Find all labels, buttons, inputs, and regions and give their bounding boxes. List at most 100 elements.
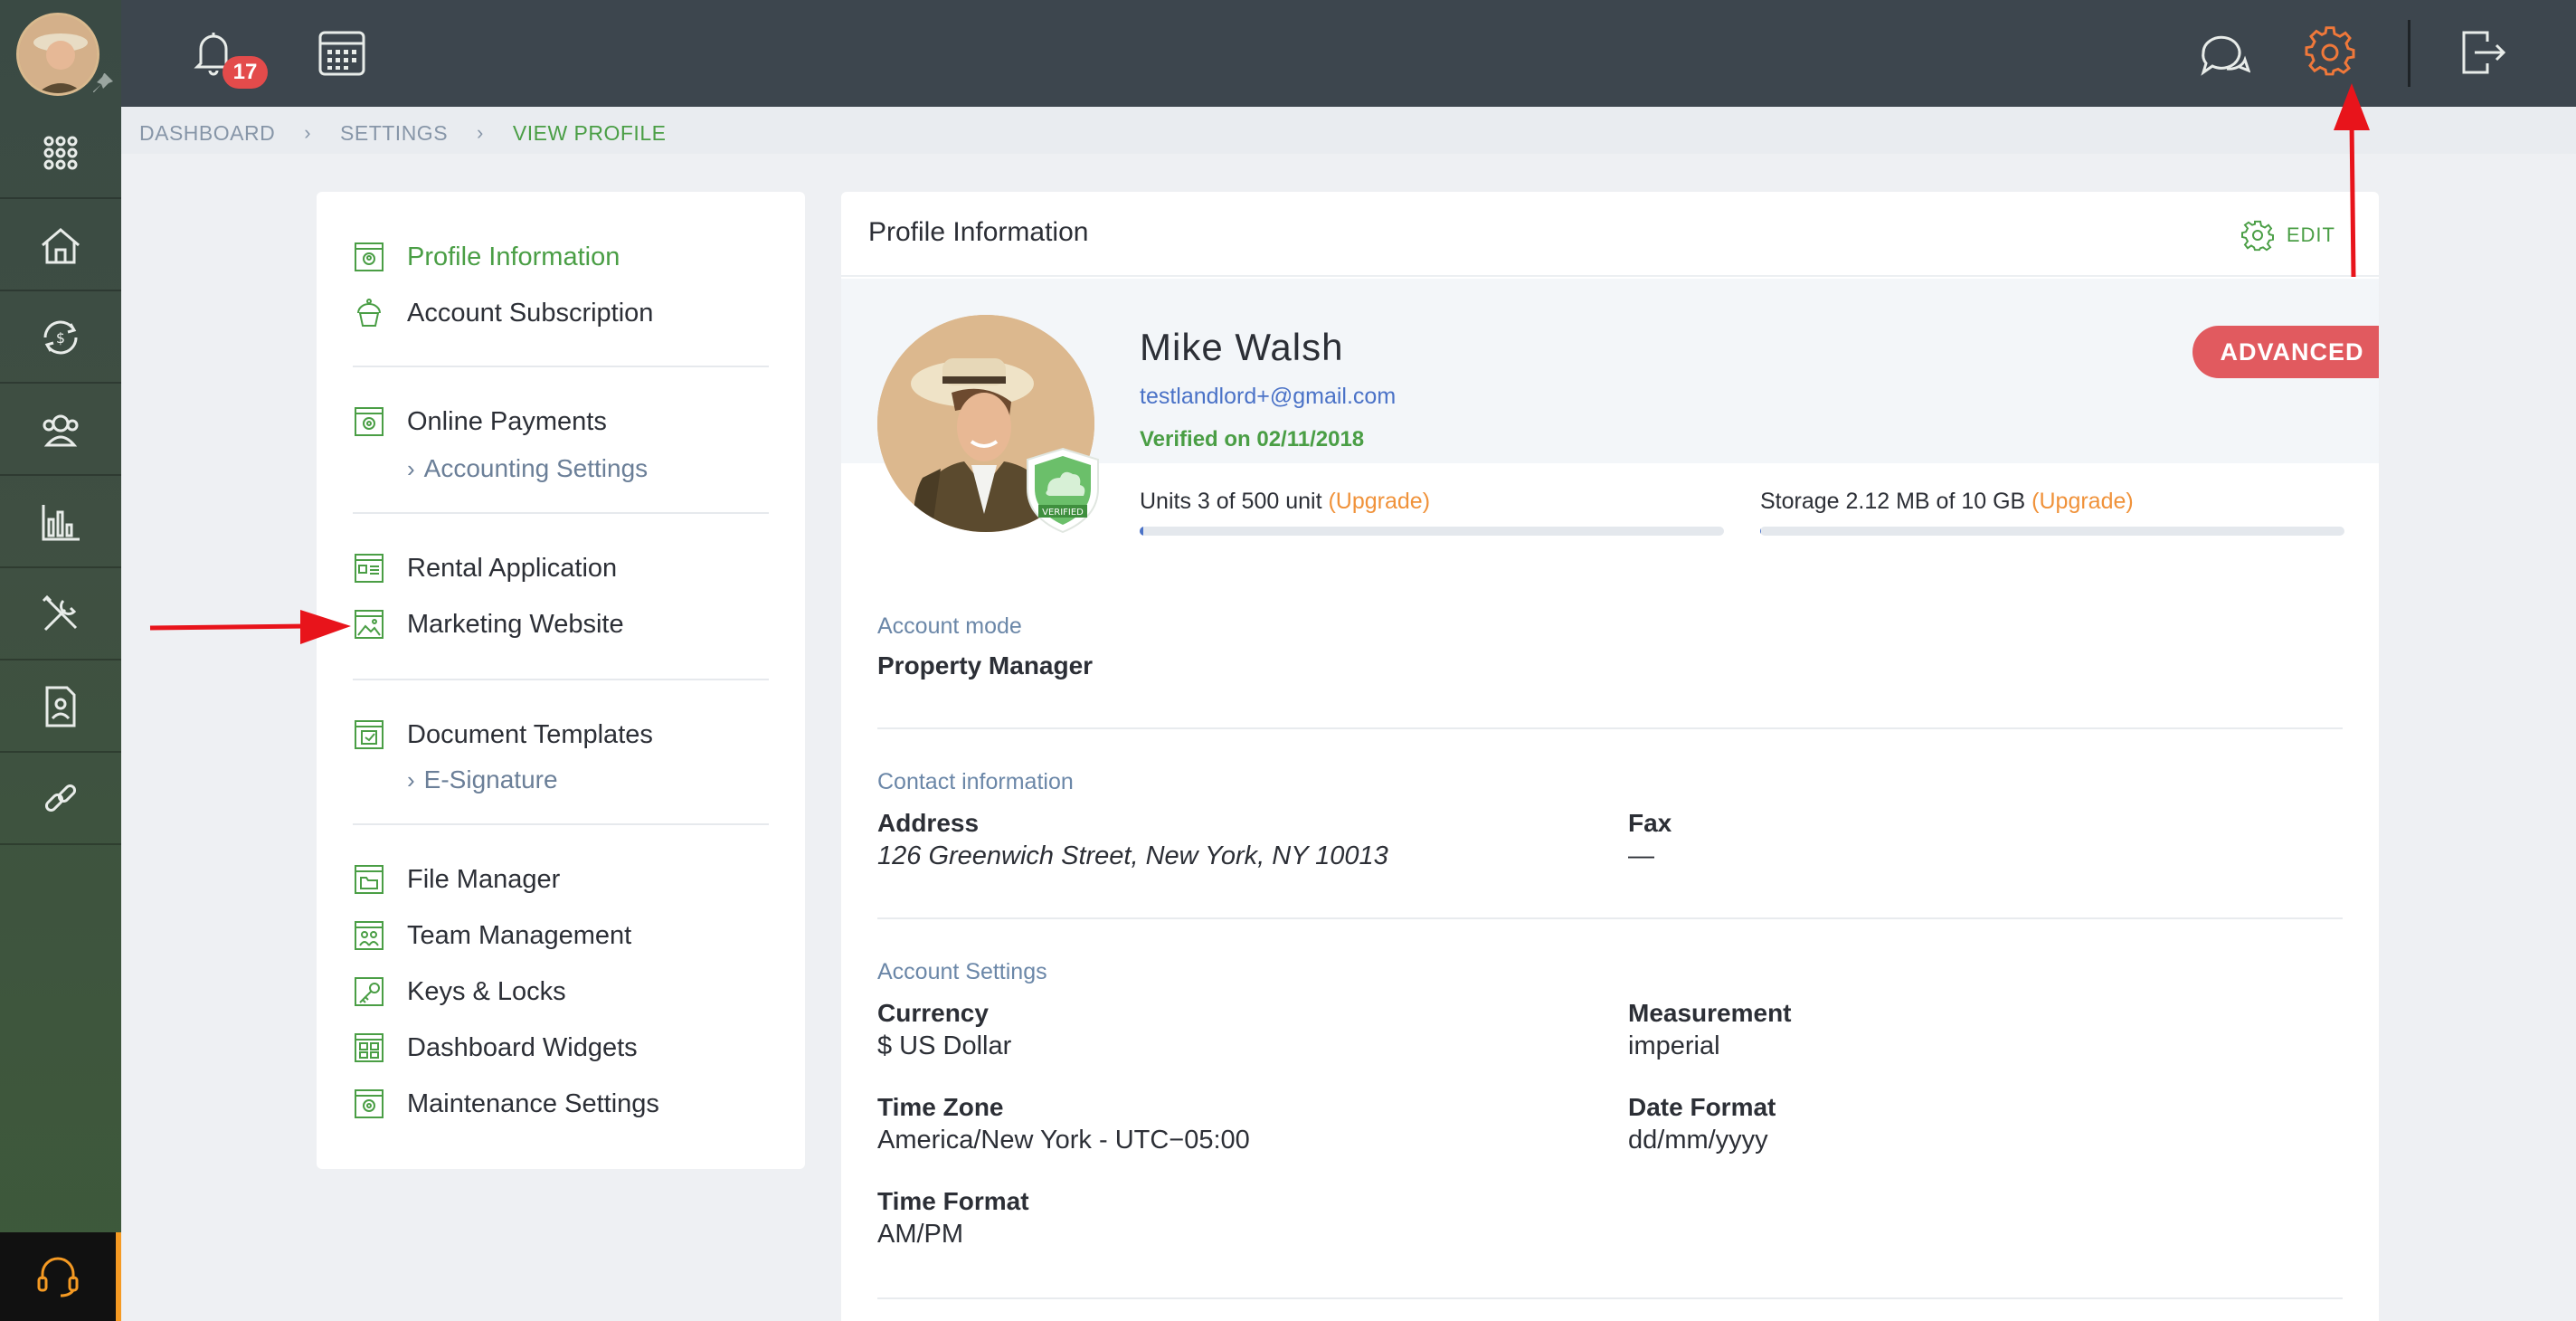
- storage-text: Storage 2.12 MB of 10 GB: [1760, 489, 2032, 514]
- topbar-divider: [2408, 20, 2410, 87]
- menu-profile-information[interactable]: Profile Information: [353, 239, 620, 275]
- breadcrumb-dashboard[interactable]: DASHBOARD: [139, 121, 275, 146]
- plan-badge: ADVANCED: [2192, 326, 2379, 378]
- menu-divider: [353, 366, 769, 367]
- menu-sub-label: Accounting Settings: [423, 454, 649, 482]
- calendar-icon[interactable]: [315, 25, 369, 80]
- svg-text:$: $: [56, 329, 65, 347]
- address-label: Address: [877, 809, 980, 837]
- chevron-right-icon: ›: [407, 454, 415, 482]
- menu-dashboard-widgets[interactable]: Dashboard Widgets: [353, 1030, 638, 1066]
- top-bar: 17: [121, 0, 2576, 107]
- menu-divider: [353, 823, 769, 825]
- verified-date: Verified on 02/11/2018: [1140, 427, 1365, 451]
- link-icon[interactable]: [0, 755, 121, 845]
- storage-upgrade-link[interactable]: (Upgrade): [2031, 489, 2134, 514]
- maintenance-tools-icon[interactable]: [0, 570, 121, 660]
- settings-gear-icon[interactable]: [2303, 25, 2357, 80]
- widgets-icon: [355, 1033, 384, 1062]
- cupcake-icon: [357, 299, 381, 327]
- menu-label: Document Templates: [407, 719, 653, 749]
- menu-file-manager[interactable]: File Manager: [353, 861, 560, 898]
- profile-name: Mike Walsh: [1140, 326, 1344, 368]
- team-icon: [355, 921, 384, 950]
- chevron-right-icon: ›: [477, 121, 484, 144]
- menu-divider: [353, 679, 769, 680]
- logout-icon[interactable]: [2455, 25, 2509, 80]
- units-upgrade-link[interactable]: (Upgrade): [1328, 489, 1430, 514]
- user-avatar[interactable]: [16, 13, 99, 96]
- storage-usage: Storage 2.12 MB of 10 GB (Upgrade): [1760, 489, 2134, 515]
- menu-label: Team Management: [407, 920, 632, 950]
- units-progress-fill: [1140, 527, 1143, 536]
- units-progress-bar: [1140, 527, 1724, 536]
- units-usage: Units 3 of 500 unit (Upgrade): [1140, 489, 1430, 515]
- measurement-label: Measurement: [1628, 999, 1792, 1027]
- support-headset-icon[interactable]: [0, 1232, 116, 1321]
- pin-icon[interactable]: [90, 71, 116, 96]
- menu-team-management[interactable]: Team Management: [353, 917, 631, 954]
- menu-label: Maintenance Settings: [407, 1088, 659, 1118]
- properties-icon[interactable]: [0, 201, 121, 291]
- reports-icon[interactable]: [0, 478, 121, 568]
- settings-menu: Profile Information Account Subscription…: [317, 192, 805, 1169]
- chat-icon[interactable]: [2196, 25, 2250, 80]
- notification-count-badge: 17: [223, 56, 268, 89]
- menu-rental-application[interactable]: Rental Application: [353, 550, 617, 586]
- profile-card: Profile Information EDIT VERIFIED Mike W…: [841, 192, 2379, 1321]
- chevron-right-icon: ›: [407, 765, 415, 794]
- currency-value: $ US Dollar: [877, 1031, 1012, 1060]
- time-format-value: AM/PM: [877, 1220, 964, 1249]
- timezone-label: Time Zone: [877, 1093, 1004, 1121]
- measurement-value: imperial: [1628, 1031, 1720, 1060]
- section-divider: [877, 727, 2343, 729]
- menu-label: File Manager: [407, 864, 561, 894]
- tenant-document-icon[interactable]: [0, 662, 121, 753]
- menu-divider: [353, 512, 769, 514]
- menu-e-signature[interactable]: › E-Signature: [407, 762, 558, 798]
- account-mode-label: Account mode: [877, 613, 1022, 639]
- verified-shield-icon: VERIFIED: [1027, 447, 1099, 534]
- menu-label: Keys & Locks: [407, 976, 566, 1006]
- account-mode-value: Property Manager: [877, 651, 1094, 680]
- payments-settings-icon: [355, 407, 384, 436]
- profile-icon: [355, 242, 384, 271]
- gear-icon: [2240, 220, 2274, 252]
- apps-grid-icon[interactable]: [0, 109, 121, 199]
- menu-label: Rental Application: [407, 553, 618, 583]
- breadcrumb: DASHBOARD › SETTINGS › VIEW PROFILE: [139, 119, 666, 147]
- contacts-icon[interactable]: [0, 385, 121, 476]
- breadcrumb-settings[interactable]: SETTINGS: [340, 121, 448, 146]
- date-format-label: Date Format: [1628, 1093, 1776, 1121]
- profile-email[interactable]: testlandlord+@gmail.com: [1140, 384, 1396, 410]
- annotation-arrow-settings: [2334, 83, 2370, 278]
- chevron-right-icon: ›: [304, 121, 312, 144]
- menu-label: Profile Information: [407, 242, 620, 271]
- website-image-icon: [355, 610, 384, 639]
- edit-profile-button[interactable]: EDIT: [2240, 219, 2335, 252]
- verified-seal-text: VERIFIED: [1042, 508, 1084, 518]
- document-template-icon: [355, 720, 384, 749]
- menu-maintenance-settings[interactable]: Maintenance Settings: [353, 1086, 659, 1122]
- payments-icon[interactable]: $: [0, 293, 121, 384]
- section-divider: [877, 1297, 2343, 1299]
- menu-document-templates[interactable]: Document Templates: [353, 717, 653, 753]
- fax-value: —: [1628, 841, 1654, 870]
- maintenance-settings-icon: [355, 1089, 384, 1118]
- menu-marketing-website[interactable]: Marketing Website: [353, 606, 624, 642]
- address-value: 126 Greenwich Street, New York, NY 10013: [877, 841, 1388, 870]
- menu-keys-locks[interactable]: Keys & Locks: [353, 974, 566, 1010]
- date-format-value: dd/mm/yyyy: [1628, 1126, 1768, 1155]
- time-format-label: Time Format: [877, 1187, 1029, 1215]
- annotation-arrow-marketing-website: [149, 610, 351, 644]
- menu-accounting-settings[interactable]: › Accounting Settings: [407, 451, 648, 487]
- menu-label: Marketing Website: [407, 609, 624, 639]
- profile-card-title: Profile Information: [868, 217, 1089, 247]
- units-text: Units 3 of 500 unit: [1140, 489, 1329, 514]
- menu-account-subscription[interactable]: Account Subscription: [353, 295, 653, 331]
- support-accent: [116, 1232, 121, 1321]
- menu-sub-label: E-Signature: [423, 765, 558, 794]
- account-settings-label: Account Settings: [877, 959, 1047, 984]
- menu-online-payments[interactable]: Online Payments: [353, 404, 607, 440]
- application-form-icon: [355, 554, 384, 583]
